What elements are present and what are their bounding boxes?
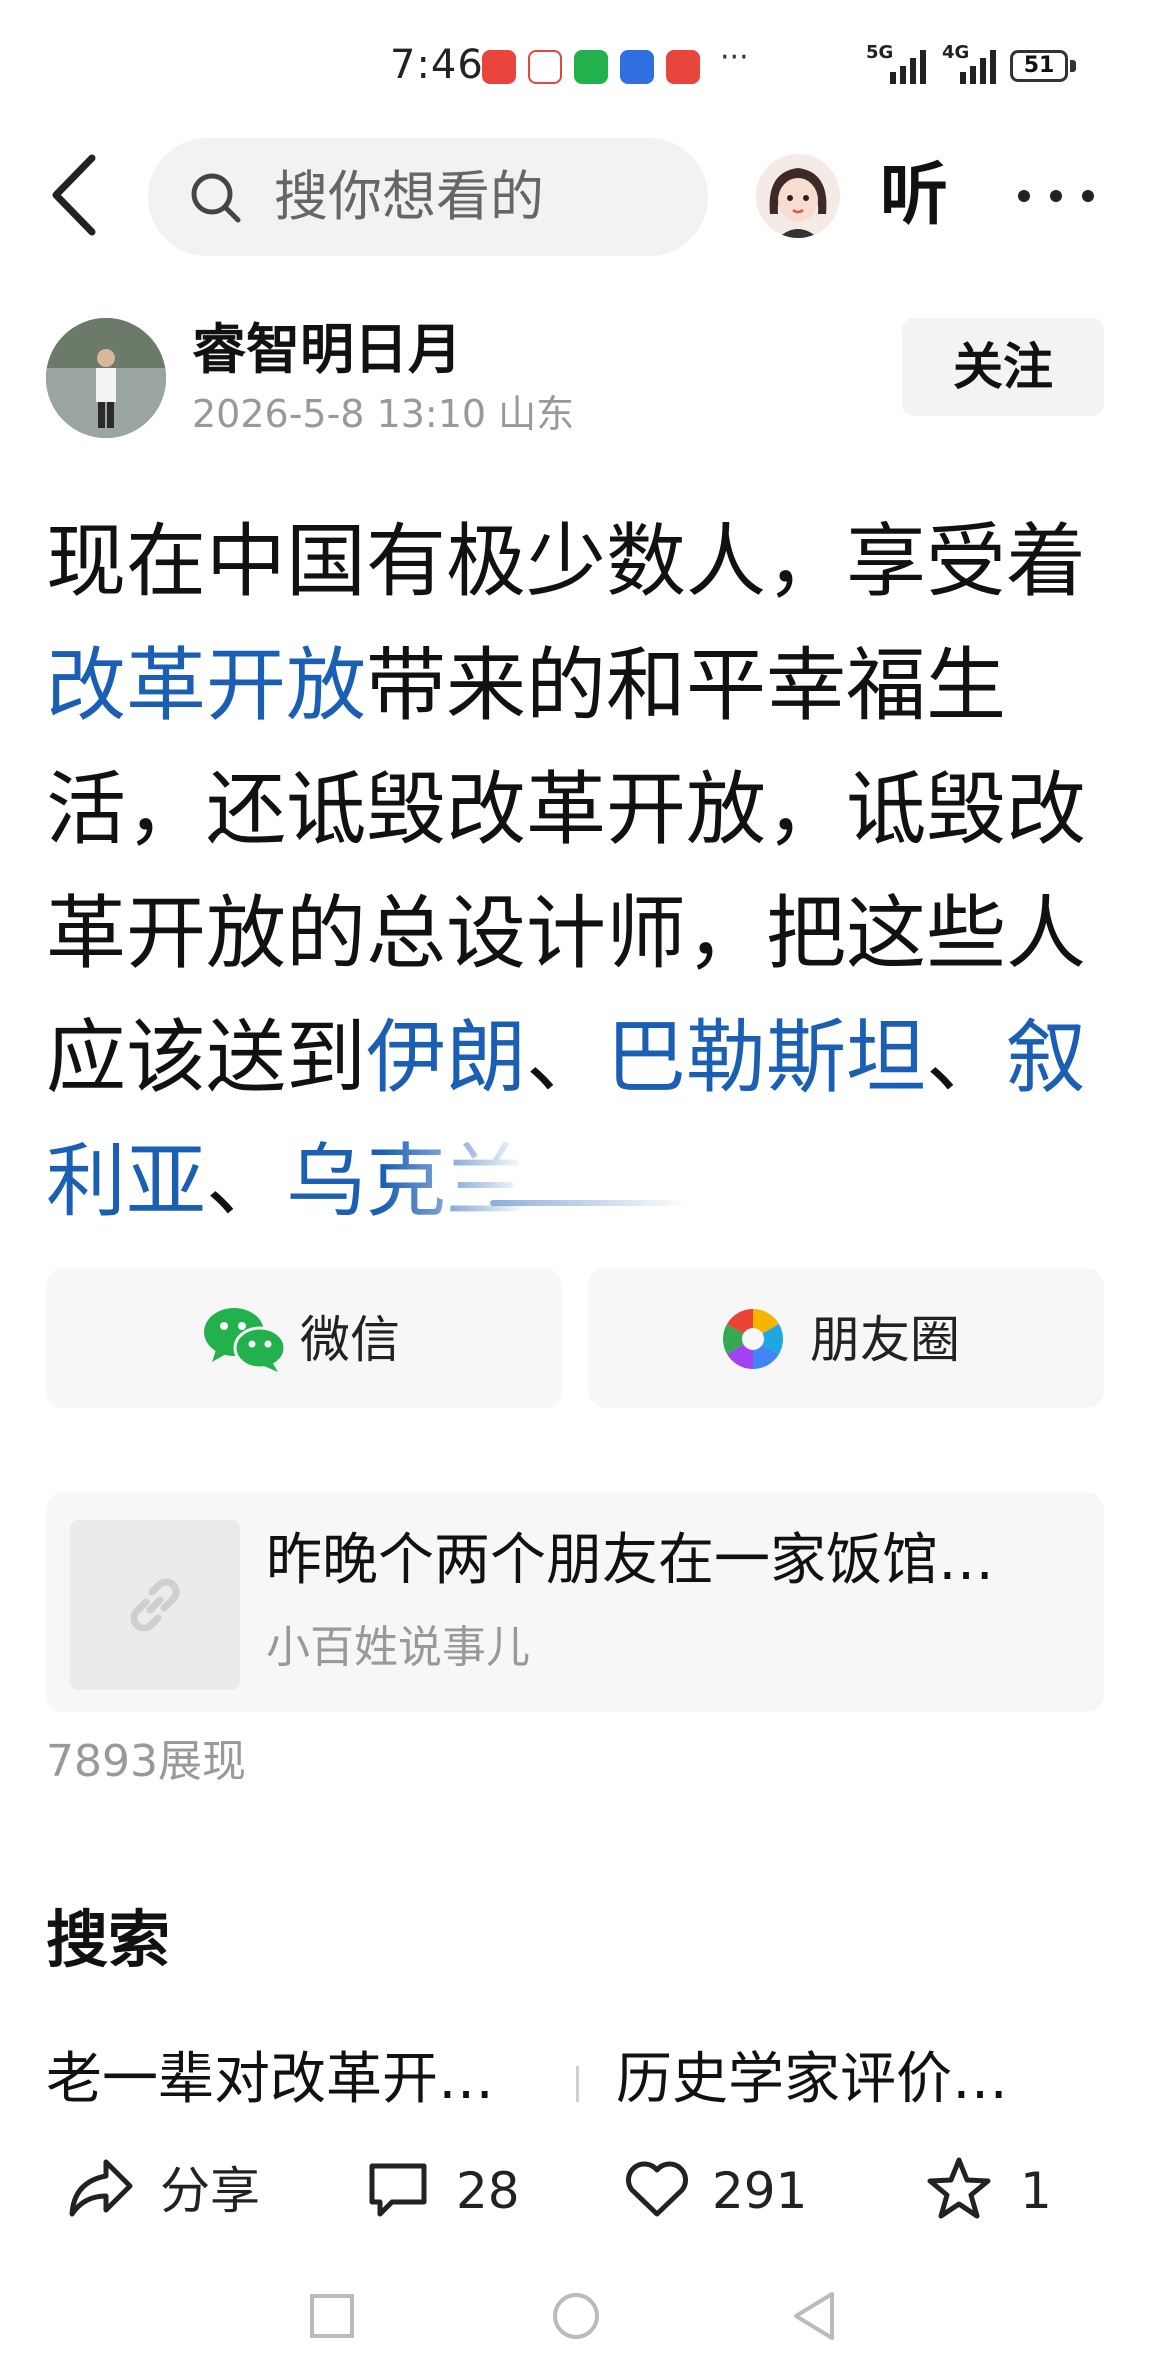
author-photo	[46, 318, 166, 438]
status-bar: 7:46 ··· 5G 4G 51	[0, 0, 1152, 130]
listen-button[interactable]: 听	[880, 158, 948, 234]
dot-icon	[1082, 190, 1094, 202]
link-title: 昨晚个两个朋友在一家饭馆…	[266, 1528, 994, 1593]
star-icon	[927, 2157, 991, 2219]
link-icon	[130, 1578, 180, 1632]
huawei-app-icon-2	[666, 50, 700, 84]
heart-icon	[626, 2161, 688, 2217]
share-action-button[interactable]: 分享	[66, 2150, 266, 2230]
system-nav-bar	[0, 2270, 1152, 2376]
status-time: 7:46	[390, 42, 484, 88]
impressions-count: 7893展现	[46, 1736, 246, 1787]
favorite-count: 1	[1020, 2162, 1052, 2220]
battery-icon: 51	[1010, 50, 1068, 82]
topic-link-iran[interactable]: 伊朗	[366, 1011, 526, 1104]
search-icon	[191, 173, 241, 223]
article-separator: 、	[526, 1011, 606, 1104]
author-name[interactable]: 睿智明日月	[192, 318, 462, 382]
article-separator: 、	[206, 1135, 286, 1228]
follow-button[interactable]: 关注	[902, 318, 1104, 416]
post-meta: 2026-5-8 13:10 山东	[192, 392, 575, 436]
related-search-divider	[576, 2066, 579, 2102]
fade-underline	[490, 1200, 690, 1206]
comments-count: 28	[456, 2162, 520, 2220]
assistant-avatar-icon	[756, 154, 840, 238]
wechat-app-icon	[574, 50, 608, 84]
article-separator: 、	[926, 1011, 1006, 1104]
share-wechat-button[interactable]: 微信	[46, 1268, 562, 1408]
related-search-item[interactable]: 老一辈对改革开…	[46, 2044, 494, 2116]
recent-apps-icon[interactable]	[308, 2292, 356, 2340]
search-input[interactable]: 搜你想看的	[148, 138, 708, 256]
dot-icon	[1050, 190, 1062, 202]
comment-icon	[369, 2163, 427, 2217]
home-icon[interactable]	[550, 2290, 602, 2342]
article-body: 现在中国有极少数人，享受着改革开放带来的和平幸福生活，还诋毁改革开放，诋毁改革开…	[46, 500, 1106, 1244]
share-action-label: 分享	[160, 2162, 260, 2220]
more-notifications-icon: ···	[720, 40, 749, 75]
moments-label: 朋友圈	[810, 1311, 960, 1369]
battery-level: 51	[1023, 53, 1055, 78]
share-arrow-icon	[69, 2159, 133, 2217]
favorite-button[interactable]: 1	[926, 2150, 1076, 2230]
like-count: 291	[712, 2162, 808, 2220]
back-nav-icon[interactable]	[790, 2290, 838, 2342]
wechat-label: 微信	[300, 1311, 400, 1369]
article-text: 现在中国有极少数人，享受着	[46, 515, 1086, 608]
author-avatar[interactable]	[46, 318, 166, 438]
comments-button[interactable]: 28	[366, 2150, 536, 2230]
signal-4g-icon	[960, 50, 996, 84]
more-options-button[interactable]	[1016, 176, 1096, 216]
battery-cap	[1070, 60, 1076, 72]
moments-icon	[722, 1309, 784, 1369]
topic-link-ukraine[interactable]: 乌克兰	[286, 1135, 526, 1228]
huawei-app-icon	[482, 50, 516, 84]
linked-article-card[interactable]: 昨晚个两个朋友在一家饭馆… 小百姓说事儿	[46, 1492, 1104, 1712]
dot-icon	[1018, 190, 1030, 202]
search-placeholder: 搜你想看的	[274, 165, 544, 228]
signal-5g-icon	[890, 50, 926, 84]
back-button[interactable]	[46, 150, 106, 240]
topic-link-reform[interactable]: 改革开放	[46, 639, 366, 732]
link-thumbnail	[70, 1520, 240, 1690]
search-section-title: 搜索	[46, 1903, 171, 1976]
listen-avatar[interactable]	[756, 154, 840, 238]
like-button[interactable]: 291	[624, 2150, 814, 2230]
chevron-left-icon	[52, 154, 96, 236]
toutiao-app-icon	[528, 50, 562, 84]
share-moments-button[interactable]: 朋友圈	[588, 1268, 1104, 1408]
link-source: 小百姓说事儿	[266, 1622, 530, 1673]
blue-app-icon	[620, 50, 654, 84]
topic-link-palestine[interactable]: 巴勒斯坦	[606, 1011, 926, 1104]
related-search-item[interactable]: 历史学家评价…	[616, 2044, 1008, 2116]
wechat-icon	[204, 1308, 286, 1372]
